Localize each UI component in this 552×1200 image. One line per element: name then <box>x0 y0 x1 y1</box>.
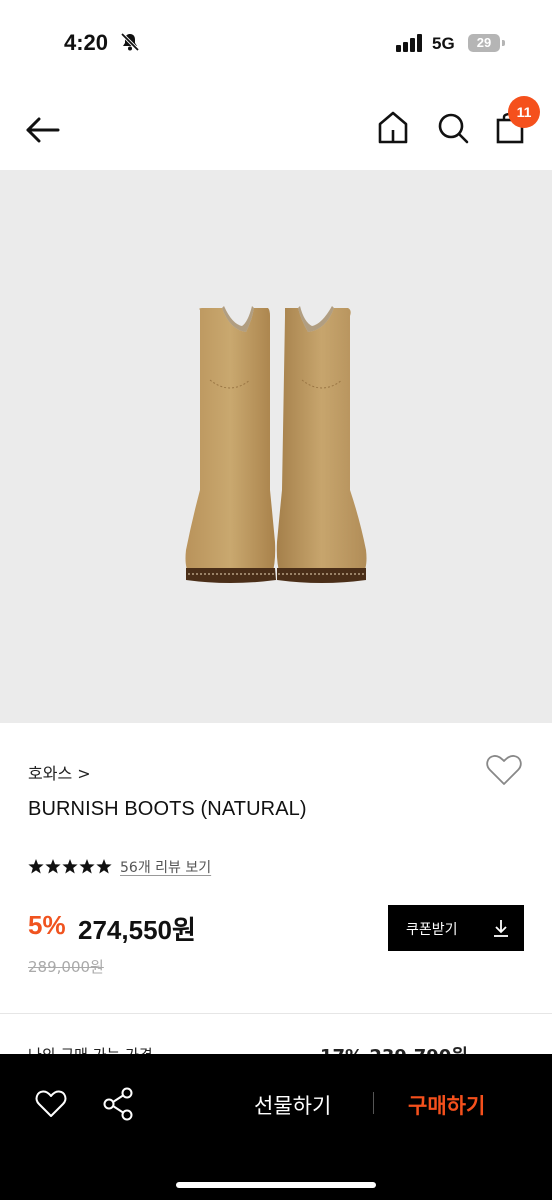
rating-stars <box>28 858 112 876</box>
battery-icon: 29 <box>468 34 500 52</box>
bell-off-icon <box>120 32 140 56</box>
search-icon[interactable] <box>436 110 470 146</box>
gift-button[interactable]: 선물하기 <box>254 1090 331 1120</box>
product-title: BURNISH BOOTS (NATURAL) <box>28 798 307 820</box>
product-image[interactable] <box>0 170 552 723</box>
review-link[interactable]: 56개 리뷰 보기 <box>120 857 211 877</box>
star-icon <box>79 859 95 874</box>
left-boot <box>185 306 276 583</box>
heart-icon[interactable] <box>484 752 524 788</box>
status-time: 4:20 <box>64 30 109 55</box>
purchasable-price-label: 나의 구매 가능 가격 <box>28 1044 153 1054</box>
purchasable-price-row[interactable]: 나의 구매 가능 가격 17% 239,790원 <box>0 1040 552 1054</box>
purchasable-price-value: 17% 239,790원 <box>320 1042 468 1054</box>
coupon-label: 쿠폰받기 <box>406 922 458 938</box>
star-icon <box>28 859 44 874</box>
discount-rate: 5% <box>28 910 66 940</box>
signal-icon <box>396 34 424 56</box>
sale-price: 274,550원 <box>78 915 196 945</box>
star-icon <box>62 859 78 874</box>
star-icon <box>96 859 112 874</box>
home-indicator[interactable] <box>176 1182 376 1188</box>
section-divider <box>0 1013 552 1014</box>
buy-button[interactable]: 구매하기 <box>408 1090 485 1120</box>
bottom-bar-divider <box>373 1092 374 1114</box>
heart-icon[interactable] <box>34 1088 68 1120</box>
cart-count-badge: 11 <box>508 96 540 128</box>
boots-image <box>185 306 367 583</box>
star-icon <box>45 859 61 874</box>
right-boot <box>276 306 367 583</box>
original-price: 289,000원 <box>28 958 104 976</box>
home-icon[interactable] <box>376 110 410 146</box>
coupon-button[interactable]: 쿠폰받기 <box>388 905 524 951</box>
download-icon <box>492 918 510 942</box>
bottom-action-bar: 선물하기 구매하기 <box>0 1054 552 1200</box>
brand-link[interactable]: 호와스 > <box>28 760 91 784</box>
back-arrow-icon[interactable] <box>22 110 62 150</box>
share-icon[interactable] <box>102 1086 136 1122</box>
battery-tip <box>502 40 505 46</box>
app-header: 11 <box>0 88 552 170</box>
network-label: 5G <box>432 34 455 53</box>
status-bar: 4:20 5G 29 <box>0 0 552 88</box>
